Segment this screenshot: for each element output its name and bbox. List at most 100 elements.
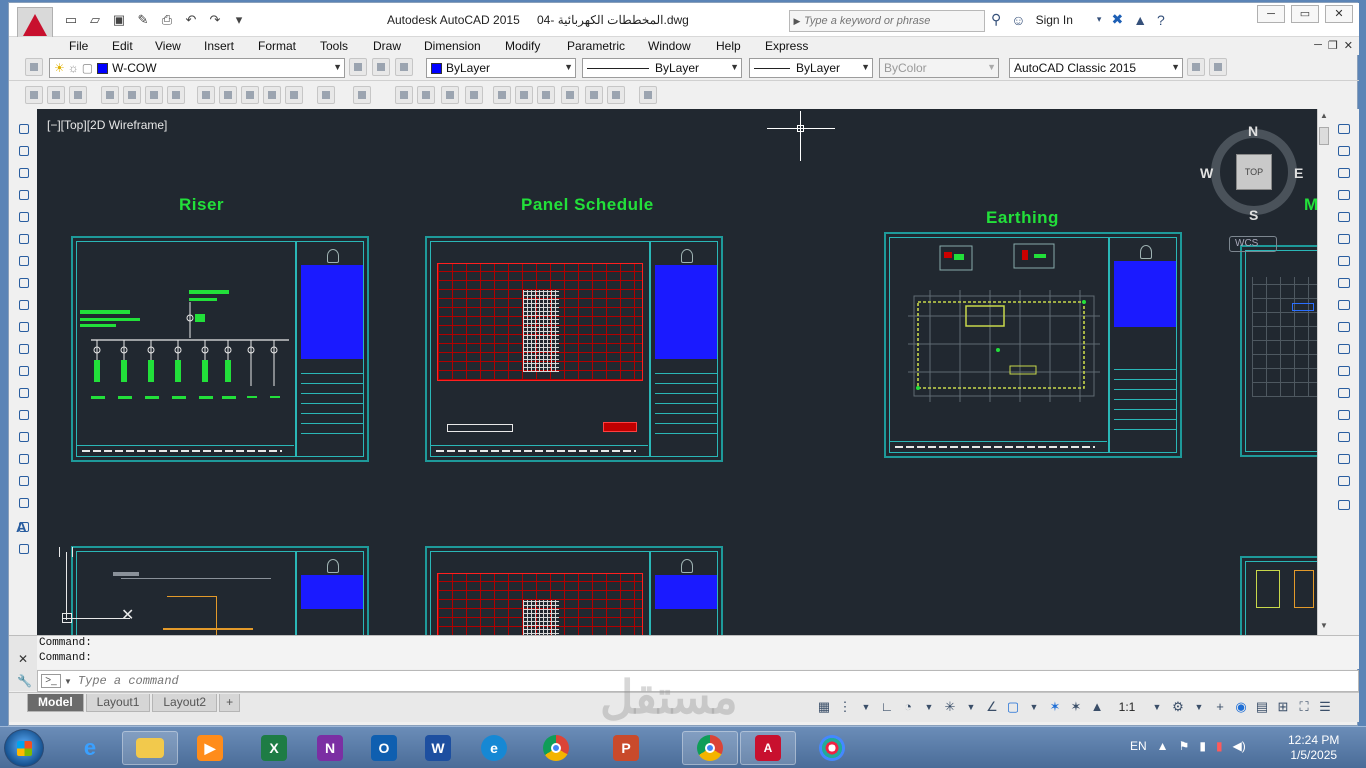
paint-icon[interactable] <box>804 731 860 765</box>
menu-help[interactable]: Help <box>716 39 741 53</box>
annotation-scale-dropdown-icon[interactable]: ▼ <box>1148 697 1166 717</box>
menu-draw[interactable]: Draw <box>373 39 401 53</box>
riser-sheet-frame[interactable] <box>71 236 369 462</box>
menu-modify[interactable]: Modify <box>505 39 540 53</box>
markup-icon[interactable] <box>585 86 603 104</box>
scrollbar-thumb[interactable] <box>1319 127 1329 145</box>
clean-screen-icon[interactable]: ⊞ <box>1274 697 1292 717</box>
plotstyle-control-combo[interactable]: ByColor ▼ <box>879 58 999 78</box>
help-search-box[interactable]: ▶ <box>789 10 985 32</box>
paste-icon[interactable] <box>241 86 259 104</box>
isometric-icon[interactable]: ✳ <box>941 697 959 717</box>
move-icon[interactable] <box>1335 231 1353 247</box>
internet-explorer-icon[interactable]: e <box>62 731 118 765</box>
open-file-icon[interactable]: ▱ <box>85 11 105 29</box>
save-icon[interactable] <box>69 86 87 104</box>
earthing-sheet-frame[interactable] <box>884 232 1182 458</box>
fillet-icon[interactable] <box>1335 451 1353 467</box>
exchange-apps-icon[interactable]: ✖ <box>1111 11 1123 28</box>
zoom-window-icon[interactable] <box>441 86 459 104</box>
menu-view[interactable]: View <box>155 39 181 53</box>
customization-menu-icon[interactable]: ☰ <box>1316 697 1334 717</box>
workspace-dropdown-icon[interactable]: ▼ <box>1190 697 1208 717</box>
user-icon[interactable]: ☺ <box>1011 12 1025 28</box>
help-icon[interactable]: ? <box>1157 12 1165 28</box>
help-icon[interactable] <box>639 86 657 104</box>
make-block-icon[interactable] <box>16 385 32 401</box>
annotation-monitor-plus-icon[interactable]: + <box>1211 697 1229 717</box>
word-icon[interactable]: W <box>410 731 466 765</box>
ortho-icon[interactable]: ∟ <box>878 697 896 717</box>
cut-icon[interactable] <box>197 86 215 104</box>
search-expand-icon[interactable]: ▶ <box>790 16 804 27</box>
vertical-scrollbar[interactable]: ▲ ▼ <box>1317 109 1329 635</box>
minimize-button[interactable]: ─ <box>1257 5 1285 23</box>
save-as-icon[interactable]: ✎ <box>133 11 153 29</box>
wcs-menu[interactable]: WCS <box>1229 236 1277 252</box>
excel-icon[interactable]: X <box>246 731 302 765</box>
polygon-icon[interactable] <box>16 187 32 203</box>
hardware-acceleration-icon[interactable]: ▤ <box>1253 697 1271 717</box>
spline-icon[interactable] <box>16 297 32 313</box>
annotation-scale-value[interactable]: 1:1 <box>1109 697 1145 717</box>
extend-icon[interactable] <box>1335 341 1353 357</box>
start-button[interactable] <box>4 729 44 767</box>
onenote-icon[interactable]: N <box>302 731 358 765</box>
menu-parametric[interactable]: Parametric <box>567 39 625 53</box>
stretch-icon[interactable] <box>1335 297 1353 313</box>
close-button[interactable]: ✕ <box>1325 5 1353 23</box>
break-at-point-icon[interactable] <box>1335 363 1353 379</box>
arc-icon[interactable] <box>16 231 32 247</box>
language-indicator[interactable]: EN <box>1130 739 1147 753</box>
drawing-minimize-icon[interactable]: ─ <box>1314 39 1322 52</box>
grid-icon[interactable]: ▦ <box>815 697 833 717</box>
block-editor-icon[interactable] <box>285 86 303 104</box>
fullscreen-icon[interactable]: ⛶ <box>1295 697 1313 717</box>
offset-icon[interactable] <box>1335 187 1353 203</box>
viewcube[interactable]: TOP N S E W <box>1200 123 1303 223</box>
menu-file[interactable]: File <box>69 39 88 53</box>
chamfer-icon[interactable] <box>1335 429 1353 445</box>
pan-icon[interactable] <box>395 86 413 104</box>
polar-tracking-icon[interactable]: ◔ <box>899 697 917 717</box>
erase-icon[interactable] <box>1335 121 1353 137</box>
plot-icon[interactable]: ⎙ <box>157 11 177 29</box>
isolate-objects-icon[interactable]: ◉ <box>1232 697 1250 717</box>
sign-in-link[interactable]: Sign In <box>1036 13 1073 27</box>
menu-window[interactable]: Window <box>648 39 691 53</box>
sign-in-dropdown-icon[interactable]: ▾ <box>1097 14 1102 25</box>
quickcalc-icon[interactable] <box>607 86 625 104</box>
tab-layout1[interactable]: Layout1 <box>85 694 151 712</box>
volume-icon[interactable]: ◀) <box>1233 739 1246 753</box>
lower-sheet-1-frame[interactable] <box>71 546 369 635</box>
snap-dropdown-icon[interactable]: ▼ <box>857 697 875 717</box>
object-snap-tracking-icon[interactable]: ∠ <box>983 697 1001 717</box>
maximize-button[interactable]: ▭ <box>1291 5 1319 23</box>
drawing-canvas[interactable]: [−][Top][2D Wireframe] Riser Panel Sched… <box>37 109 1317 635</box>
command-prompt-icon[interactable]: >_ <box>41 674 61 688</box>
viewcube-top-face[interactable]: TOP <box>1236 154 1272 190</box>
tab-model[interactable]: Model <box>27 694 84 712</box>
redo-icon[interactable]: ↷ <box>205 11 225 29</box>
lower-sheet-2-frame[interactable] <box>425 546 723 635</box>
lower-partial-sheet-frame[interactable] <box>1240 556 1317 635</box>
chrome-icon[interactable] <box>528 731 584 765</box>
copy-icon[interactable] <box>219 86 237 104</box>
chrome-profile-icon[interactable] <box>682 731 738 765</box>
close-command-icon[interactable]: ✕ <box>18 652 28 666</box>
autocad-taskbar-icon[interactable]: A <box>740 731 796 765</box>
3d-dwf-icon[interactable] <box>167 86 185 104</box>
ellipse-icon[interactable] <box>16 319 32 335</box>
customize-icon[interactable] <box>1209 58 1227 76</box>
qnew-icon[interactable] <box>25 86 43 104</box>
partial-sheet-frame[interactable] <box>1240 245 1317 457</box>
properties-icon[interactable] <box>493 86 511 104</box>
construction-line-icon[interactable] <box>16 143 32 159</box>
match-properties-icon[interactable] <box>263 86 281 104</box>
isodraft-dropdown-icon[interactable]: ▼ <box>962 697 980 717</box>
layer-states-icon[interactable] <box>395 58 413 76</box>
sheet-set-icon[interactable] <box>561 86 579 104</box>
menu-format[interactable]: Format <box>258 39 296 53</box>
clock[interactable]: 12:24 PM 1/5/2025 <box>1288 733 1339 763</box>
blend-curves-icon[interactable] <box>1335 473 1353 489</box>
